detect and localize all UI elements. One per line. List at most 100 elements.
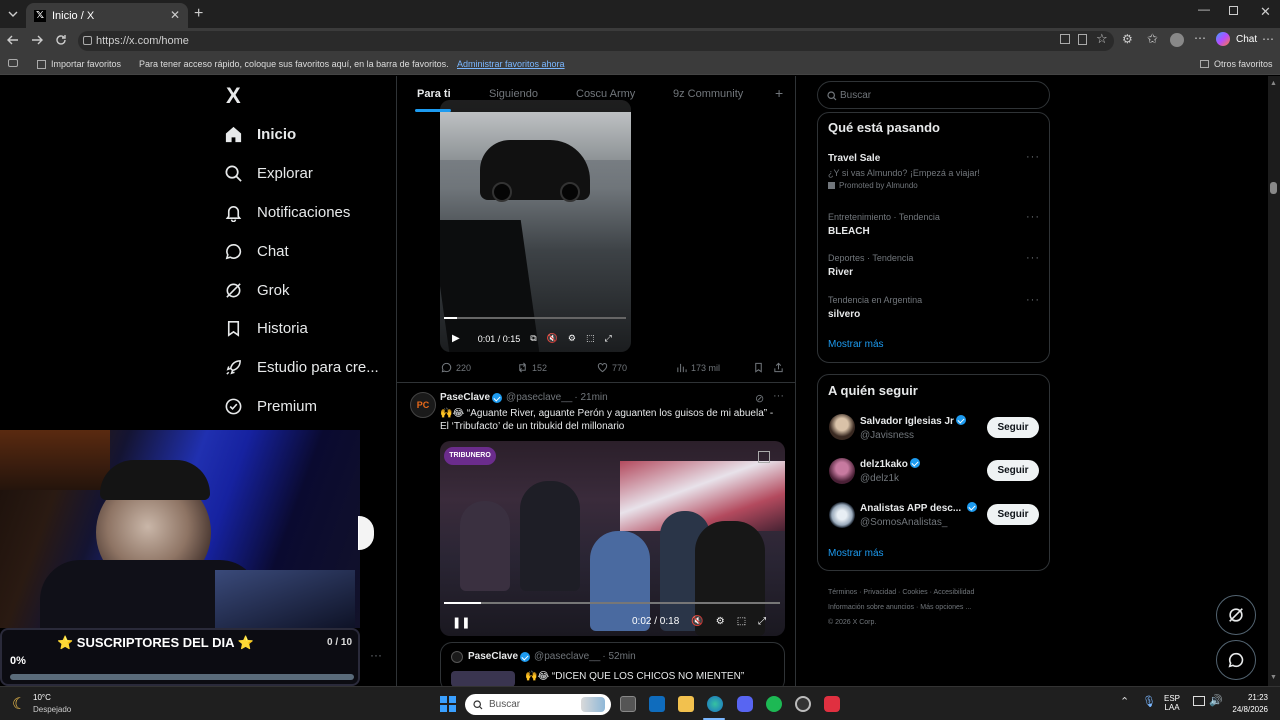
trend-more-icon[interactable]: ··· [1026, 211, 1040, 223]
windows-start-icon[interactable] [440, 696, 456, 712]
popout-icon[interactable]: ⬚ [737, 616, 746, 627]
pause-icon[interactable]: ❚❚ [452, 616, 470, 629]
video-player-2[interactable]: TRIBUNERO ❚❚ 0:02 / 0:18 🔇 ⚙ ⬚ ⤢ [440, 441, 785, 636]
scrollbar-thumb[interactable] [1270, 182, 1277, 194]
discord-icon[interactable] [737, 696, 753, 712]
nav-estudio[interactable]: Estudio para cre... [224, 352, 379, 382]
new-tab-icon[interactable]: + [194, 5, 203, 23]
follow-user-handle[interactable]: @Javisness [860, 430, 914, 441]
more-menu-icon[interactable]: ⋯ [1194, 31, 1206, 45]
reply-button[interactable]: 220 [441, 362, 471, 373]
trend-item[interactable]: Entretenimiento · Tendencia BLEACH [828, 212, 940, 237]
tab-para-ti[interactable]: Para ti [417, 88, 451, 100]
tray-chevron-icon[interactable]: ⌃ [1120, 695, 1129, 708]
collections-icon[interactable] [8, 59, 18, 67]
mute-icon[interactable]: 🔇 [547, 333, 558, 344]
taskbar-search-input[interactable]: Buscar [465, 694, 611, 715]
profile-avatar[interactable] [1170, 33, 1184, 47]
x-logo[interactable]: X [226, 83, 241, 109]
minimize-icon[interactable]: — [1198, 2, 1210, 16]
messages-fab-button[interactable] [1216, 640, 1256, 680]
footer-link[interactable]: Información sobre anuncios [828, 604, 914, 611]
author-handle[interactable]: @paseclave__ [506, 392, 572, 403]
reload-icon[interactable] [54, 33, 68, 47]
video-progress-track[interactable] [444, 602, 780, 604]
copilot-chat-button[interactable]: Chat [1216, 32, 1257, 46]
add-tab-icon[interactable]: + [775, 85, 783, 101]
page-scrollbar[interactable] [1268, 76, 1280, 686]
follow-button[interactable]: Seguir [987, 504, 1039, 525]
follow-user-name[interactable]: Salvador Iglesias Jr [860, 415, 966, 427]
task-view-icon[interactable] [620, 696, 636, 712]
language-indicator[interactable]: ESP LAA [1164, 694, 1180, 712]
follow-user-name[interactable]: Analistas APP desc... [860, 502, 978, 514]
show-more-trends-link[interactable]: Mostrar más [828, 339, 884, 350]
tab-coscu-army[interactable]: Coscu Army [576, 88, 635, 100]
network-icon[interactable] [1193, 696, 1205, 706]
reading-mode-icon[interactable] [1078, 34, 1087, 45]
settings-icon[interactable]: ⚙ [716, 616, 725, 627]
spotify-icon[interactable] [766, 696, 782, 712]
follow-user-handle[interactable]: @delz1k [860, 473, 899, 484]
footer-link[interactable]: Más opciones ... [920, 604, 971, 611]
settings-icon[interactable]: ⚙ [568, 333, 576, 344]
grok-fab-button[interactable] [1216, 595, 1256, 635]
favorites-icon[interactable]: ✩ [1147, 31, 1158, 47]
file-explorer-icon[interactable] [678, 696, 694, 712]
author-name[interactable]: PaseClave [440, 392, 490, 403]
address-input[interactable]: https://x.com/home [78, 31, 1114, 51]
mute-icon[interactable]: 🔇 [691, 616, 703, 627]
site-info-icon[interactable] [83, 36, 92, 45]
weather-desc[interactable]: Despejado [33, 705, 71, 714]
trend-more-icon[interactable]: ··· [1026, 252, 1040, 264]
manage-favorites-link[interactable]: Administrar favoritos ahora [457, 59, 565, 69]
user-avatar[interactable] [829, 502, 855, 528]
tab-9z-community[interactable]: 9z Community [673, 88, 743, 100]
repost-button[interactable]: 152 [517, 362, 547, 373]
weather-temp[interactable]: 10°C [33, 693, 51, 702]
search-input[interactable]: Buscar [817, 81, 1050, 109]
follow-button[interactable]: Seguir [987, 417, 1039, 438]
more-icon[interactable]: ··· [370, 648, 382, 662]
scroll-down-icon[interactable]: ▼ [1270, 674, 1277, 681]
play-icon[interactable]: ▶ [452, 333, 460, 344]
clock[interactable]: 21:23 24/8/2026 [1228, 693, 1268, 714]
tab-list-icon[interactable] [6, 7, 20, 21]
nav-notificaciones[interactable]: Notificaciones [224, 197, 350, 227]
trend-item[interactable]: Deportes · Tendencia River [828, 253, 913, 278]
user-avatar[interactable] [829, 414, 855, 440]
share-button[interactable] [773, 362, 788, 373]
follow-user-handle[interactable]: @SomosAnalistas_ [860, 517, 947, 528]
trend-item[interactable]: Tendencia en Argentina silvero [828, 295, 922, 320]
nav-grok[interactable]: Grok [224, 275, 290, 305]
quoted-post[interactable]: PaseClave @paseclave__ · 52min 🙌😂 “DICEN… [440, 642, 785, 692]
user-avatar[interactable] [829, 458, 855, 484]
video-player-1[interactable]: ▶ 0:01 / 0:15 ⧉ 🔇 ⚙ ⬚ ⤢ [440, 100, 631, 352]
split-screen-icon[interactable] [1060, 34, 1070, 44]
scroll-up-icon[interactable]: ▲ [1270, 80, 1277, 87]
close-window-icon[interactable]: ✕ [1260, 4, 1271, 20]
sidebar-toggle-icon[interactable]: ⋯ [1262, 32, 1274, 46]
popout-icon[interactable]: ⬚ [586, 333, 595, 344]
nav-historia[interactable]: Historia [224, 313, 308, 343]
nav-premium[interactable]: Premium [224, 391, 317, 421]
tab-siguiendo[interactable]: Siguiendo [489, 88, 538, 100]
microphone-icon[interactable]: 🎙 [1142, 695, 1156, 708]
post-more-icon[interactable]: ··· [773, 390, 784, 402]
follow-button[interactable]: Seguir [987, 460, 1039, 481]
grok-post-icon[interactable]: ⊘ [755, 392, 764, 405]
recording-app-icon[interactable] [824, 696, 840, 712]
edge-icon[interactable] [707, 696, 723, 712]
back-icon[interactable] [6, 33, 20, 47]
like-button[interactable]: 770 [597, 362, 627, 373]
footer-link[interactable]: Accesibilidad [933, 589, 974, 596]
browser-tab[interactable]: 𝕏 Inicio / X ✕ [26, 3, 188, 28]
extensions-icon[interactable]: ⚙ [1122, 32, 1133, 46]
trend-more-icon[interactable]: ··· [1026, 294, 1040, 306]
captions-icon[interactable]: ⧉ [530, 333, 536, 344]
nav-inicio[interactable]: Inicio [224, 119, 296, 149]
show-more-follow-link[interactable]: Mostrar más [828, 548, 884, 559]
footer-link[interactable]: Cookies [902, 589, 927, 596]
weather-moon-icon[interactable]: ☾ [12, 694, 26, 714]
author-avatar[interactable]: PC [410, 392, 436, 418]
